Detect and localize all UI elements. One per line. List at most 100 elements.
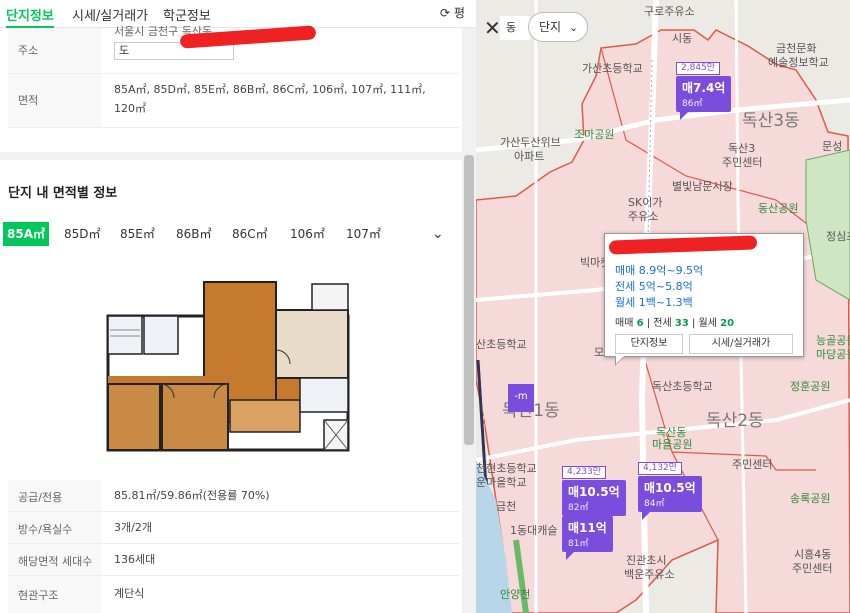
marker-per-pyeong: 2,845만 [676,62,721,75]
count-value: 20 [720,318,735,329]
marker-tail [642,512,650,520]
count-value: 6 [636,318,644,329]
map-label: 가산초등학교 [582,62,643,75]
scrollbar[interactable] [462,28,476,613]
count-label: 매매 [615,318,634,329]
complex-filter-pill[interactable]: 단지 ⌄ [528,12,588,42]
area-tab-106[interactable]: 106㎡ [286,222,329,246]
map-label: 동산공원 [758,202,799,215]
marker-per-pyeong: 4,132만 [638,462,683,475]
map-label: 마당공원 [816,348,850,361]
detail-row-entrance: 현관구조 계단식 [8,576,460,613]
complex-popup: 매매 8.9억~9.5억 전세 5억~5.8억 월세 1백~1.3백 매매 6 … [604,233,804,366]
map-label: 정훈공원 [790,380,831,393]
complex-detail-panel: 단지정보 시세/실거래가 학군정보 ⟳ 평 주소 서울시 금천구 독산동 도 면… [0,0,476,613]
detail-row-supply: 공급/전용 85.81㎡/59.86㎡(전용률 70%) [8,480,460,512]
price-marker[interactable]: 4,132만 매10.5억 84㎡ [638,462,702,520]
marker-area: 82㎡ [568,503,589,513]
count-value: 33 [674,318,689,329]
map-label: 운마을학교 [476,476,527,489]
detail-label: 방수/욕실수 [18,523,73,536]
area-tab-107[interactable]: 107㎡ [342,222,385,246]
price-marker[interactable]: 2,845만 매7.4억 86㎡ [676,62,732,120]
map-label: 주유소 [628,210,659,223]
map-label: 백운주유소 [624,568,675,581]
map-label: 금천 [496,500,517,513]
marker-price: 매10.5억 [644,481,696,495]
popup-price-button[interactable]: 시세/실거래가 [689,334,793,354]
chevron-down-icon: ⌄ [568,21,579,34]
detail-value: 85.81㎡/59.86㎡(전용률 70%) [114,489,270,502]
map-label: 별빛남문시장 [672,180,733,193]
section-title: 단지 내 면적별 정보 [8,186,118,201]
map-label: 조마공원 [574,128,615,141]
area-tab-85D[interactable]: 85D㎡ [60,222,105,246]
small-complex-marker[interactable]: -m [508,384,534,412]
area-tab-85A[interactable]: 85A㎡ [3,222,49,246]
map-label: 예술정보학교 [768,56,829,69]
map-label: 마을공원 [652,438,693,451]
map-label: 주민센터 [732,458,773,471]
district-label: 독산2동 [706,411,764,431]
map-label: 정심초 [826,230,850,243]
marker-price: 매7.4억 [682,81,726,95]
price-marker[interactable]: 매11억 81㎡ [562,516,613,560]
map-label: 시동 [672,32,693,45]
close-icon[interactable]: ✕ [484,16,501,40]
app-root: 단지정보 시세/실거래가 학군정보 ⟳ 평 주소 서울시 금천구 독산동 도 면… [0,0,850,613]
detail-value: 136세대 [114,553,156,566]
count-label: 전세 [653,318,672,329]
marker-area: 86㎡ [682,99,703,109]
map-label: 문성 [822,140,843,153]
count-label: 월세 [698,318,717,329]
area-tab-86C[interactable]: 86C㎡ [228,222,272,246]
area-value-line2: 120㎡ [114,102,146,115]
popup-listing-counts: 매매 6 | 전세 33 | 월세 20 [615,318,735,329]
marker-price: 매11억 [568,521,607,535]
area-tab-86B[interactable]: 86B㎡ [172,222,216,246]
area-type-tabs: 85A㎡ 85D㎡ 85E㎡ 86B㎡ 86C㎡ 106㎡ 107㎡ ⌄ [0,222,462,248]
detail-label: 공급/전용 [18,491,63,504]
marker-area: 84㎡ [644,499,665,509]
map-label: 구로주유소 [644,5,695,18]
map-label: 송록공원 [790,492,831,505]
map-filter-partial[interactable]: 동 [500,16,530,40]
area-value-line1: 85A㎡, 85D㎡, 85E㎡, 86B㎡, 86C㎡, 106㎡, 107㎡… [114,83,426,96]
detail-row-households: 해당면적 세대수 136세대 [8,544,460,576]
address-label: 주소 [18,44,39,57]
section-divider [0,152,462,160]
map-label: 산초등학교 [476,338,527,351]
popup-sale-range: 매매 8.9억~9.5억 [615,264,704,277]
chevron-down-icon[interactable]: ⌄ [432,226,444,242]
detail-label: 현관구조 [18,589,59,602]
map-label: 주민센터 [722,156,763,169]
map-label: 안양천 [500,588,531,601]
detail-label: 해당면적 세대수 [18,555,93,568]
popup-pointer-inner [616,356,624,364]
scrollbar-thumb[interactable] [464,155,474,445]
tab-complex-info[interactable]: 단지정보 [6,5,54,24]
detail-row-rooms: 방수/욕실수 3개/2개 [8,512,460,544]
district-label: 독산3동 [742,111,800,131]
address-sub: 도 [119,44,130,57]
price-marker[interactable]: 4,233만 매10.5억 82㎡ [562,466,626,516]
popup-complex-info-button[interactable]: 단지정보 [615,334,683,354]
map-label: 모 [594,346,605,359]
complex-filter-label: 단지 [539,20,562,34]
map-label: 1동대캐슬 [510,524,558,537]
refresh-button[interactable]: ⟳ 평 [440,4,465,21]
detail-tabs: 단지정보 시세/실거래가 학군정보 ⟳ 평 [0,0,476,28]
detail-value: 계단식 [114,587,145,600]
marker-price: 매10.5억 [568,485,620,499]
marker-tail [680,112,688,120]
redaction-mark [608,235,758,255]
detail-value: 3개/2개 [114,521,152,534]
area-tab-85E[interactable]: 85E㎡ [116,222,159,246]
marker-area: 81㎡ [568,539,589,549]
marker-tail [566,552,574,560]
map-view[interactable]: 동 ✕ 단지 ⌄ 구로주유소 시동 가산초등학교 금천문화 예술정보학교 가산두… [476,0,850,613]
map-label: 주민센터 [792,562,833,575]
floor-plan-image [104,280,350,454]
map-label: 독산초등학교 [652,380,713,393]
marker-per-pyeong: 4,233만 [562,466,607,479]
